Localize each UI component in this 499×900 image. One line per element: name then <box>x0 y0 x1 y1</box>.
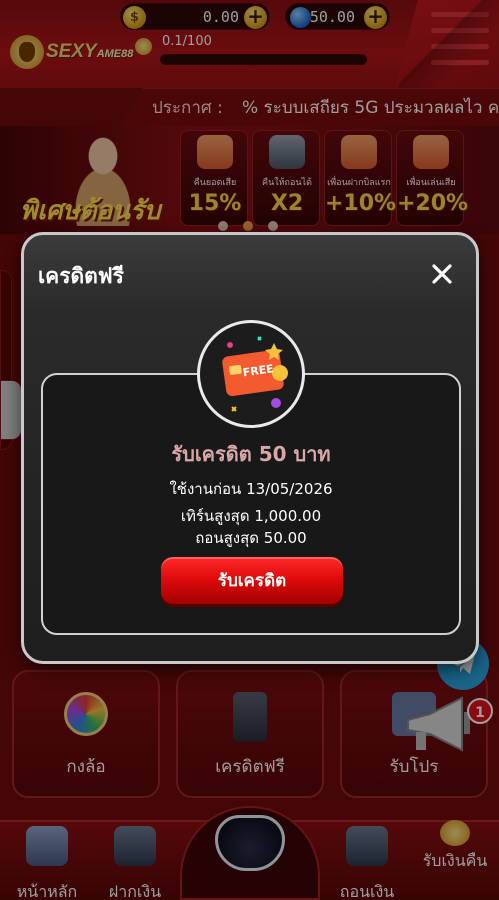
credit-turnover-text: เทิร์นสูงสุด 1,000.00 <box>180 507 322 525</box>
close-icon <box>432 264 452 284</box>
credit-amount-title: รับเครดิต 50 บาท <box>171 442 331 466</box>
free-credit-card-icon: FREE <box>222 336 288 412</box>
claim-credit-button[interactable]: รับเครดิต <box>161 557 343 604</box>
close-button[interactable] <box>426 258 458 290</box>
free-credit-badge: FREE <box>197 320 305 428</box>
credit-expiry-text: ใช้งานก่อน 13/05/2026 <box>169 480 333 498</box>
modal-title: เครดิตฟรี <box>38 264 124 288</box>
credit-withdraw-limit-text: ถอนสูงสุด 50.00 <box>195 529 307 547</box>
